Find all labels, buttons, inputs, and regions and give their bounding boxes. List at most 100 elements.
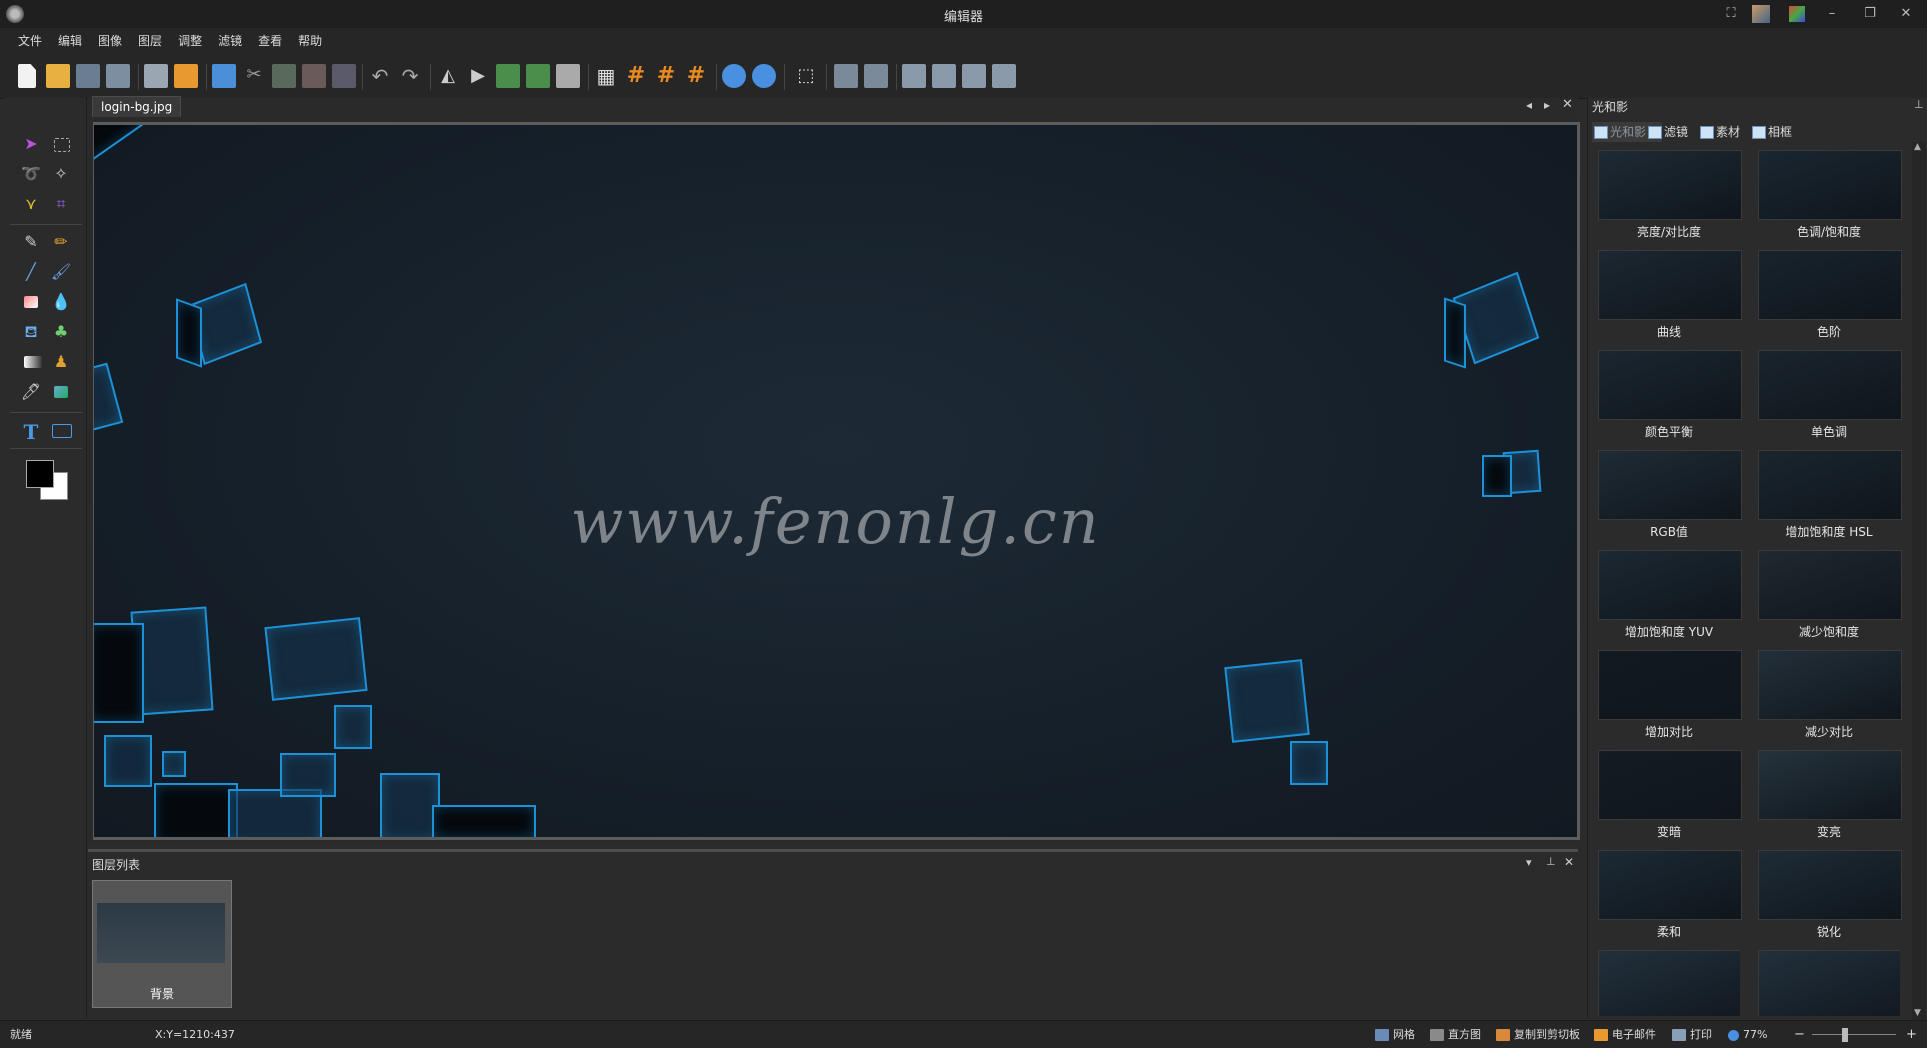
paste-icon[interactable]: [272, 64, 296, 88]
align-center-icon[interactable]: [932, 64, 956, 88]
effect-item[interactable]: [1598, 950, 1740, 1016]
copy-to-clipboard-button[interactable]: 复制到剪切板: [1496, 1021, 1580, 1048]
foreground-color-swatch[interactable]: [26, 460, 54, 488]
layer-item[interactable]: 背景: [92, 880, 232, 1008]
fullscreen-icon[interactable]: ⛶: [1717, 4, 1745, 24]
menu-filter[interactable]: 滤镜: [210, 28, 250, 54]
crop-tool-icon[interactable]: ⌗: [50, 194, 72, 216]
zoom-out-button[interactable]: −: [1794, 1021, 1805, 1048]
email-button[interactable]: 电子邮件: [1594, 1021, 1656, 1048]
paste-new-icon[interactable]: [302, 64, 326, 88]
color-replace-icon[interactable]: 🖊: [20, 382, 42, 404]
effect-item[interactable]: 减少饱和度: [1758, 550, 1902, 640]
rotate-right-icon[interactable]: [526, 64, 550, 88]
effect-item[interactable]: 增加对比: [1598, 650, 1742, 740]
email-icon[interactable]: [174, 64, 198, 88]
effect-item[interactable]: 颜色平衡: [1598, 350, 1742, 440]
flip-horizontal-icon[interactable]: ◭: [436, 64, 460, 88]
eyedropper-icon[interactable]: ✎: [20, 232, 42, 254]
close-document-icon[interactable]: ✕: [1562, 97, 1573, 112]
undo-icon[interactable]: ↶: [368, 64, 392, 88]
cut-icon[interactable]: ✂: [242, 64, 266, 88]
align-bottom-icon[interactable]: [992, 64, 1016, 88]
effect-item[interactable]: 色调/饱和度: [1758, 150, 1902, 240]
effect-item[interactable]: 曲线: [1598, 250, 1742, 340]
shape-tool-icon[interactable]: [52, 424, 72, 438]
effect-item[interactable]: 亮度/对比度: [1598, 150, 1742, 240]
effect-item[interactable]: 减少对比: [1758, 650, 1902, 740]
effect-item[interactable]: [1758, 950, 1900, 1016]
rotate-free-icon[interactable]: [556, 64, 580, 88]
menu-adjust[interactable]: 调整: [170, 28, 210, 54]
effect-item[interactable]: 单色调: [1758, 350, 1902, 440]
tab-frame[interactable]: 相框: [1750, 122, 1816, 142]
effect-item[interactable]: RGB值: [1598, 450, 1742, 540]
tab-scroll-right-icon[interactable]: ▸: [1544, 98, 1550, 112]
open-folder-icon[interactable]: [46, 64, 70, 88]
image-stamp-icon[interactable]: [54, 386, 68, 398]
rotate-left-icon[interactable]: [496, 64, 520, 88]
print-button[interactable]: 打印: [1672, 1021, 1712, 1048]
new-file-icon[interactable]: [18, 64, 36, 88]
scroll-up-icon[interactable]: ▲: [1914, 142, 1921, 152]
smudge-icon[interactable]: ♣: [50, 322, 72, 344]
hash-grid-icon[interactable]: #: [624, 64, 648, 88]
panel-close-icon[interactable]: ✕: [1564, 855, 1574, 869]
histogram-button[interactable]: 直方图: [1430, 1021, 1481, 1048]
zoom-slider-track[interactable]: [1812, 1034, 1896, 1035]
move-tool-icon[interactable]: ➤: [20, 134, 42, 156]
line-tool-icon[interactable]: ╱: [20, 262, 42, 284]
text-tool-icon[interactable]: T: [20, 420, 42, 444]
menu-file[interactable]: 文件: [10, 28, 50, 54]
gradient-icon[interactable]: [24, 356, 42, 368]
copy-icon[interactable]: [212, 64, 236, 88]
effect-item[interactable]: 增加饱和度 YUV: [1598, 550, 1742, 640]
flip-vertical-icon[interactable]: ▶: [466, 64, 490, 88]
close-button[interactable]: ✕: [1892, 4, 1920, 24]
zoom-out-icon[interactable]: [752, 64, 776, 88]
blur-drop-icon[interactable]: 💧: [50, 292, 72, 314]
effect-item[interactable]: 锐化: [1758, 850, 1902, 940]
clone-stamp-icon[interactable]: ♟: [50, 352, 72, 374]
brush-icon[interactable]: 🖌: [50, 262, 72, 284]
restore-button[interactable]: ❐: [1856, 4, 1884, 24]
zoom-in-button[interactable]: +: [1906, 1021, 1917, 1048]
menu-view[interactable]: 查看: [250, 28, 290, 54]
hash-grid-2-icon[interactable]: #: [654, 64, 678, 88]
skin-icon[interactable]: [1789, 6, 1805, 22]
lasso-tool-icon[interactable]: ➰: [20, 164, 42, 186]
tab-scroll-left-icon[interactable]: ◂: [1526, 98, 1532, 112]
panel-pin-icon[interactable]: ⊥: [1914, 98, 1924, 111]
effect-item[interactable]: 色阶: [1758, 250, 1902, 340]
print-icon[interactable]: [144, 64, 168, 88]
image-canvas[interactable]: www.fenonlg.cn: [93, 122, 1580, 840]
effect-item[interactable]: 柔和: [1598, 850, 1742, 940]
delete-icon[interactable]: [332, 64, 356, 88]
panel-dropdown-icon[interactable]: ▾: [1526, 856, 1532, 869]
document-tab[interactable]: login-bg.jpg: [92, 96, 182, 117]
pencil-icon[interactable]: ✏: [50, 232, 72, 254]
save-as-icon[interactable]: [106, 64, 130, 88]
menu-layer[interactable]: 图层: [130, 28, 170, 54]
panel-pin-icon[interactable]: ⊥: [1546, 855, 1556, 868]
zoom-slider-thumb[interactable]: [1842, 1028, 1848, 1042]
menu-edit[interactable]: 编辑: [50, 28, 90, 54]
fill-bucket-icon[interactable]: ⛾: [20, 322, 42, 344]
eraser-icon[interactable]: [24, 296, 38, 308]
save-icon[interactable]: [76, 64, 100, 88]
hash-grid-3-icon[interactable]: #: [684, 64, 708, 88]
scroll-down-icon[interactable]: ▼: [1914, 1008, 1921, 1018]
polygon-lasso-icon[interactable]: ⋎: [20, 194, 42, 216]
select-pointer-icon[interactable]: ⬚: [794, 64, 818, 88]
effect-item[interactable]: 增加饱和度 HSL: [1758, 450, 1902, 540]
effects-scrollbar[interactable]: ▲ ▼: [1912, 142, 1926, 1020]
grid-button[interactable]: 网格: [1375, 1021, 1415, 1048]
menu-image[interactable]: 图像: [90, 28, 130, 54]
align-left-icon[interactable]: [902, 64, 926, 88]
marquee-tool-icon[interactable]: [54, 138, 70, 152]
magic-wand-icon[interactable]: ✧: [50, 164, 72, 186]
align-right-icon[interactable]: [962, 64, 986, 88]
grid-icon[interactable]: ▦: [594, 64, 618, 88]
effect-item[interactable]: 变亮: [1758, 750, 1902, 840]
fit-window-icon[interactable]: [834, 64, 858, 88]
